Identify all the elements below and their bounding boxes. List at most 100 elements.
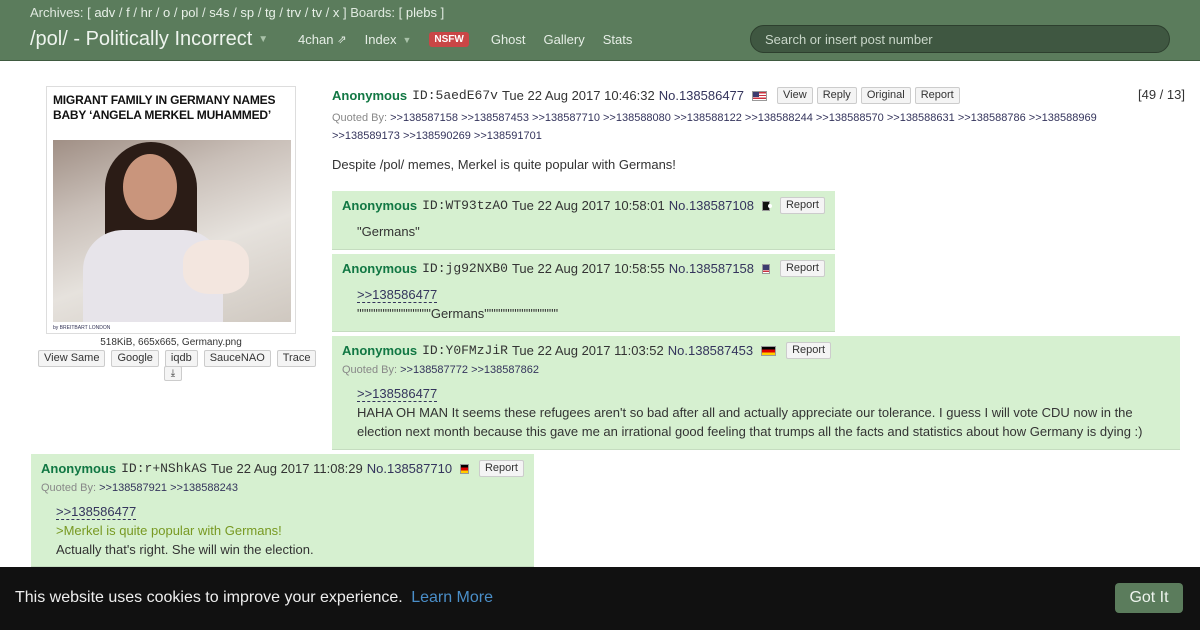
archive-x[interactable]: x (333, 5, 340, 20)
poster-id[interactable]: ID:5aedE67v (412, 88, 498, 103)
report-button[interactable]: Report (478, 460, 524, 477)
external-link-icon: ⇗ (337, 34, 347, 46)
us-flag-icon (762, 263, 770, 274)
cookie-text: This website uses cookies to improve you… (15, 589, 493, 607)
nav-index[interactable]: Index ▼ (365, 32, 412, 47)
greentext: >Merkel is quite popular with Germans! (56, 523, 282, 538)
op-message: Despite /pol/ memes, Merkel is quite pop… (332, 157, 676, 172)
download-icon[interactable]: ⤓ (164, 366, 182, 381)
archive-sp[interactable]: sp (240, 5, 254, 20)
photo-face (123, 154, 177, 220)
archive-pol[interactable]: pol (181, 5, 198, 20)
saucenao-button[interactable]: SauceNAO (203, 350, 271, 367)
germany-flag-icon (460, 463, 469, 474)
poster-id[interactable]: ID:WT93tzAO (422, 198, 508, 213)
quoted-by-label: Quoted By: (41, 482, 97, 494)
poster-name: Anonymous (342, 198, 418, 213)
archive-o[interactable]: o (163, 5, 170, 20)
reply-counter: [49 / 13] (1138, 87, 1185, 102)
poster-name: Anonymous (342, 343, 418, 358)
post-header: Anonymous ID:jg92NXB0 Tue 22 Aug 2017 10… (342, 260, 825, 277)
post-number[interactable]: No.138587108 (669, 198, 754, 213)
post-date: Tue 22 Aug 2017 10:58:55 (511, 261, 665, 276)
reply-post: Anonymous ID:WT93tzAO Tue 22 Aug 2017 10… (332, 191, 835, 250)
image-credit: by BREITBART LONDON (53, 325, 111, 331)
quote-link[interactable]: >>138586477 (56, 504, 137, 520)
archives-bar: Archives: [ adv / f / hr / o / pol / s4s… (30, 5, 445, 20)
post-number[interactable]: No.138587158 (669, 261, 754, 276)
reply-post: Anonymous ID:jg92NXB0 Tue 22 Aug 2017 10… (332, 254, 835, 332)
photo-baby (183, 240, 249, 294)
archive-f[interactable]: f (126, 5, 130, 20)
iqdb-button[interactable]: iqdb (164, 350, 198, 367)
quoted-by-links[interactable]: >>138587921 >>138588243 (99, 482, 238, 494)
post-date: Tue 22 Aug 2017 11:03:52 (511, 343, 664, 358)
poster-name: Anonymous (41, 461, 117, 476)
reply-post: Anonymous ID:r+NShkAS Tue 22 Aug 2017 11… (31, 454, 534, 567)
cookie-message: This website uses cookies to improve you… (15, 589, 403, 606)
top-header: Archives: [ adv / f / hr / o / pol / s4s… (0, 0, 1200, 61)
poster-name: Anonymous (342, 261, 418, 276)
nav-4chan[interactable]: 4chan ⇗ (298, 32, 347, 47)
post-date: Tue 22 Aug 2017 10:58:01 (511, 198, 665, 213)
post-date: Tue 22 Aug 2017 11:08:29 (210, 461, 363, 476)
pirate-flag-icon (762, 200, 772, 211)
post-header: Anonymous ID:r+NShkAS Tue 22 Aug 2017 11… (41, 460, 524, 477)
caret-down-icon: ▼ (258, 34, 269, 46)
reply-button[interactable]: Reply (816, 87, 857, 104)
file-info: 518KiB, 665x665, Germany.png (100, 337, 242, 348)
quote-link[interactable]: >>138586477 (357, 287, 438, 303)
nav-ghost[interactable]: Ghost (491, 32, 526, 47)
post-number[interactable]: No.138587710 (367, 461, 452, 476)
quote-link[interactable]: >>138586477 (357, 386, 438, 402)
archive-s4s[interactable]: s4s (209, 5, 229, 20)
learn-more-link[interactable]: Learn More (411, 589, 493, 606)
report-button[interactable]: Report (779, 260, 825, 277)
reply-text: """"""""""""""""Germans"""""""""""""""" (357, 306, 559, 321)
view-button[interactable]: View (777, 87, 813, 104)
image-search-buttons: View Same Google iqdb SauceNAO Trace (38, 350, 317, 367)
nav-4chan-label: 4chan (298, 32, 334, 47)
board-plebs[interactable]: plebs (406, 5, 437, 20)
report-button[interactable]: Report (914, 87, 960, 104)
archive-tv[interactable]: tv (312, 5, 322, 20)
quoted-by-links-2[interactable]: >>138589173 >>138590269 >>138591701 (332, 130, 542, 142)
poster-id[interactable]: ID:Y0FMzJiR (422, 343, 508, 358)
op-image[interactable]: MIGRANT FAMILY IN GERMANY NAMES BABY ‘AN… (46, 86, 296, 334)
quoted-by-links[interactable]: >>138587158 >>138587453 >>138587710 >>13… (390, 112, 1097, 124)
archive-hr[interactable]: hr (141, 5, 153, 20)
boards-label: Boards: (350, 5, 396, 20)
trace-button[interactable]: Trace (276, 350, 317, 367)
quoted-by-label: Quoted By: (342, 364, 398, 376)
quoted-by: Quoted By: >>138587772 >>138587862 (342, 361, 1170, 379)
reply-text: election next month because this gave me… (357, 424, 1143, 439)
archive-adv[interactable]: adv (94, 5, 115, 20)
reply-message: "Germans" (357, 224, 420, 239)
reply-post: Anonymous ID:Y0FMzJiR Tue 22 Aug 2017 11… (332, 336, 1180, 450)
board-title[interactable]: /pol/ - Politically Incorrect ▼ (30, 28, 268, 51)
got-it-button[interactable]: Got It (1115, 583, 1183, 613)
top-nav: 4chan ⇗ Index ▼ NSFW Ghost Gallery Stats (298, 32, 650, 47)
germany-flag-icon (761, 345, 777, 356)
archives-label: Archives: (30, 5, 84, 20)
board-title-text: /pol/ - Politically Incorrect (30, 28, 253, 50)
poster-id[interactable]: ID:jg92NXB0 (422, 261, 508, 276)
report-button[interactable]: Report (779, 197, 825, 214)
original-button[interactable]: Original (860, 87, 911, 104)
post-number[interactable]: No.138586477 (659, 88, 744, 103)
image-photo (53, 140, 291, 322)
nav-gallery[interactable]: Gallery (544, 32, 585, 47)
archive-tg[interactable]: tg (265, 5, 276, 20)
quoted-by-links[interactable]: >>138587772 >>138587862 (400, 364, 539, 376)
view-same-button[interactable]: View Same (38, 350, 106, 367)
image-headline: MIGRANT FAMILY IN GERMANY NAMES BABY ‘AN… (53, 93, 276, 122)
search-input[interactable] (750, 25, 1170, 53)
report-button[interactable]: Report (786, 342, 832, 359)
cookie-banner: This website uses cookies to improve you… (0, 567, 1200, 630)
reply-text: HAHA OH MAN It seems these refugees aren… (357, 405, 1133, 420)
archive-trv[interactable]: trv (287, 5, 301, 20)
post-number[interactable]: No.138587453 (668, 343, 753, 358)
poster-id[interactable]: ID:r+NShkAS (121, 461, 207, 476)
google-button[interactable]: Google (111, 350, 159, 367)
nav-stats[interactable]: Stats (603, 32, 633, 47)
